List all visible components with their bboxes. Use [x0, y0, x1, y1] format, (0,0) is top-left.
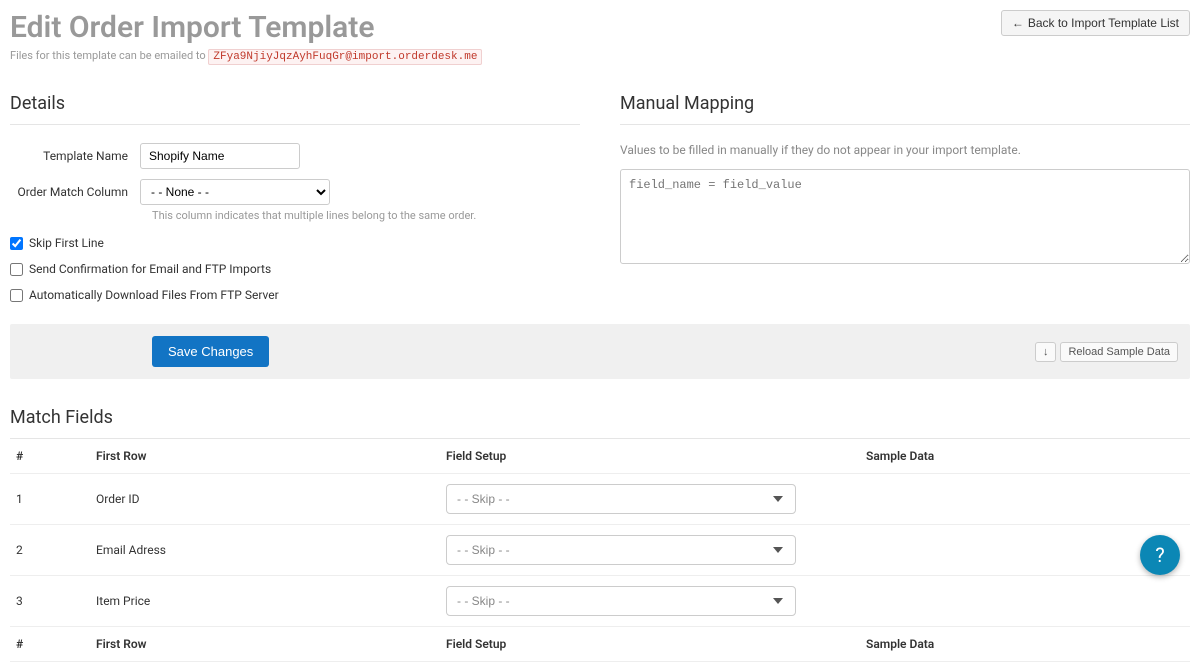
download-icon: ↓	[1043, 346, 1049, 358]
skip-first-line-checkbox[interactable]	[10, 237, 23, 250]
col-footer-sample-data: Sample Data	[860, 627, 1190, 662]
back-button-label: Back to Import Template List	[1028, 16, 1179, 30]
order-match-select[interactable]: - - None - -	[140, 179, 330, 205]
col-footer-first-row: First Row	[90, 627, 440, 662]
order-match-hint: This column indicates that multiple line…	[152, 209, 580, 222]
help-button[interactable]: ?	[1140, 535, 1180, 575]
col-header-first-row: First Row	[90, 439, 440, 474]
mapping-hint: Values to be filled in manually if they …	[620, 143, 1190, 157]
field-setup-select[interactable]: - - Skip - -	[446, 535, 796, 565]
template-name-input[interactable]	[140, 143, 300, 169]
row-first: Email Adress	[90, 525, 440, 576]
row-sample	[860, 474, 1190, 525]
col-header-num: #	[10, 439, 90, 474]
auto-download-checkbox[interactable]	[10, 289, 23, 302]
save-button[interactable]: Save Changes	[152, 336, 269, 367]
template-name-label: Template Name	[10, 149, 140, 163]
row-num: 3	[10, 576, 90, 627]
col-header-field-setup: Field Setup	[440, 439, 860, 474]
order-match-label: Order Match Column	[10, 185, 140, 199]
import-email-code: ZFya9NjiyJqzAyhFuqGr@import.orderdesk.me	[208, 49, 482, 65]
back-to-list-button[interactable]: ← Back to Import Template List	[1001, 10, 1190, 36]
subtitle-prefix: Files for this template can be emailed t…	[10, 49, 208, 62]
row-first: Item Price	[90, 576, 440, 627]
subtitle: Files for this template can be emailed t…	[10, 49, 482, 63]
skip-first-line-label: Skip First Line	[29, 236, 104, 250]
table-row: 2 Email Adress - - Skip - -	[10, 525, 1190, 576]
send-confirmation-label: Send Confirmation for Email and FTP Impo…	[29, 262, 271, 276]
col-footer-num: #	[10, 627, 90, 662]
field-setup-select[interactable]: - - Skip - -	[446, 484, 796, 514]
arrow-left-icon: ←	[1012, 16, 1024, 30]
row-num: 1	[10, 474, 90, 525]
table-row: 1 Order ID - - Skip - -	[10, 474, 1190, 525]
table-row: 3 Item Price - - Skip - -	[10, 576, 1190, 627]
mapping-textarea[interactable]	[620, 169, 1190, 264]
col-header-sample-data: Sample Data	[860, 439, 1190, 474]
details-section-title: Details	[10, 93, 580, 125]
col-footer-field-setup: Field Setup	[440, 627, 860, 662]
row-sample	[860, 576, 1190, 627]
row-num: 2	[10, 525, 90, 576]
auto-download-label: Automatically Download Files From FTP Se…	[29, 288, 279, 302]
match-fields-table: # First Row Field Setup Sample Data 1 Or…	[10, 439, 1190, 662]
send-confirmation-checkbox[interactable]	[10, 263, 23, 276]
match-fields-title: Match Fields	[10, 407, 1190, 439]
help-icon: ?	[1155, 543, 1164, 567]
row-first: Order ID	[90, 474, 440, 525]
mapping-section-title: Manual Mapping	[620, 93, 1190, 125]
download-icon-button[interactable]: ↓	[1035, 342, 1057, 362]
field-setup-select[interactable]: - - Skip - -	[446, 586, 796, 616]
page-title: Edit Order Import Template	[10, 10, 482, 45]
reload-sample-button[interactable]: Reload Sample Data	[1060, 342, 1178, 362]
action-bar: Save Changes ↓ Reload Sample Data	[10, 324, 1190, 379]
